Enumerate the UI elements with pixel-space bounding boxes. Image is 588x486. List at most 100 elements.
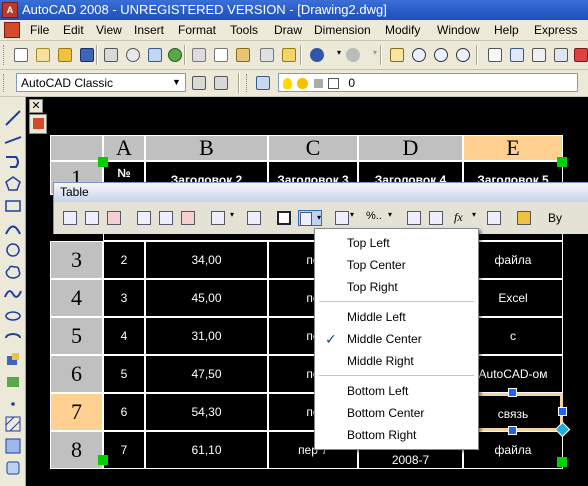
region-icon[interactable] — [4, 459, 22, 477]
table-cell[interactable]: 45,00 — [145, 279, 268, 317]
manage-cell-contents-icon[interactable] — [486, 210, 502, 226]
document-icon[interactable] — [4, 22, 20, 38]
ellipse-arc-icon[interactable] — [4, 329, 22, 347]
menu-item-top-center[interactable]: Top Center — [315, 255, 478, 275]
menu-window[interactable]: Window — [437, 23, 480, 37]
3d-dwf-icon[interactable] — [166, 46, 184, 64]
insert-row-above-icon[interactable] — [62, 210, 78, 226]
arc-icon[interactable] — [4, 219, 22, 237]
insert-column-left-icon[interactable] — [136, 210, 152, 226]
insert-column-right-icon[interactable] — [158, 210, 174, 226]
table-grip[interactable] — [98, 455, 108, 465]
menu-item-top-left[interactable]: Top Left — [315, 233, 478, 253]
workspace-settings-icon[interactable] — [190, 74, 208, 92]
menu-item-middle-left[interactable]: Middle Left — [315, 307, 478, 327]
menu-item-middle-center[interactable]: ✓ Middle Center — [315, 329, 478, 349]
plot-preview-icon[interactable] — [124, 46, 142, 64]
zoom-realtime-icon[interactable] — [410, 46, 428, 64]
table-cell[interactable]: 5 — [103, 355, 145, 393]
table-cell[interactable]: 3 — [103, 279, 145, 317]
insert-block-icon[interactable] — [4, 351, 22, 369]
tool-palettes-icon[interactable] — [530, 46, 548, 64]
save-icon[interactable] — [78, 46, 96, 64]
row-header-6[interactable]: 6 — [50, 355, 103, 393]
menu-item-top-right[interactable]: Top Right — [315, 277, 478, 297]
hatch-icon[interactable] — [4, 415, 22, 433]
workspace-select[interactable]: AutoCAD Classic ▼ — [16, 73, 186, 92]
make-block-icon[interactable] — [4, 373, 22, 391]
publish-icon[interactable] — [146, 46, 164, 64]
row-header-5[interactable]: 5 — [50, 317, 103, 355]
sun-icon[interactable] — [297, 78, 309, 90]
merge-cells-icon[interactable] — [210, 210, 226, 226]
menu-edit[interactable]: Edit — [63, 23, 84, 37]
copy-icon[interactable] — [212, 46, 230, 64]
table-cell[interactable]: 47,50 — [145, 355, 268, 393]
rectangle-icon[interactable] — [4, 197, 22, 215]
cell-style-select[interactable]: By — [548, 211, 588, 227]
menu-item-bottom-right[interactable]: Bottom Right — [315, 425, 478, 445]
sheet-set-icon[interactable] — [552, 46, 570, 64]
table-grip[interactable] — [98, 157, 108, 167]
locking-icon[interactable] — [334, 210, 350, 226]
menu-item-bottom-left[interactable]: Bottom Left — [315, 381, 478, 401]
toolbar-grip[interactable] — [3, 45, 6, 65]
delete-column-icon[interactable] — [180, 210, 196, 226]
menu-tools[interactable]: Tools — [230, 23, 258, 37]
redo-icon[interactable] — [344, 46, 362, 64]
table-cell[interactable]: 31,00 — [145, 317, 268, 355]
match-properties-icon[interactable] — [258, 46, 276, 64]
menu-view[interactable]: View — [96, 23, 122, 37]
chevron-down-icon[interactable]: ▾ — [230, 210, 238, 226]
polygon-icon[interactable] — [4, 175, 22, 193]
insert-formula-icon[interactable]: fx — [454, 210, 470, 226]
circle-icon[interactable] — [4, 241, 22, 259]
cell-grip[interactable] — [508, 426, 517, 435]
new-icon[interactable] — [12, 46, 30, 64]
revision-cloud-icon[interactable] — [4, 263, 22, 281]
table-cell[interactable]: 6 — [103, 393, 145, 431]
table-cell[interactable]: 2 — [103, 241, 145, 279]
close-icon[interactable]: ✕ — [29, 99, 43, 113]
menu-dimension[interactable]: Dimension — [314, 23, 371, 37]
row-header-8[interactable]: 8 — [50, 431, 103, 469]
table-cell[interactable]: 4 — [103, 317, 145, 355]
menu-draw[interactable]: Draw — [274, 23, 302, 37]
menu-item-middle-right[interactable]: Middle Right — [315, 351, 478, 371]
ellipse-icon[interactable] — [4, 307, 22, 325]
row-header-7[interactable]: 7 — [50, 393, 103, 431]
toolbar-grip[interactable] — [246, 74, 249, 92]
line-icon[interactable] — [4, 109, 22, 127]
insert-block-cell-icon[interactable] — [406, 210, 422, 226]
gradient-icon[interactable] — [4, 437, 22, 455]
row-header-3[interactable]: 3 — [50, 241, 103, 279]
chevron-down-icon[interactable]: ▾ — [472, 210, 480, 226]
pan-icon[interactable] — [388, 46, 406, 64]
menu-insert[interactable]: Insert — [134, 23, 164, 37]
point-icon[interactable] — [4, 395, 22, 413]
layer-properties-palette-icon[interactable] — [29, 114, 47, 134]
menu-item-bottom-center[interactable]: Bottom Center — [315, 403, 478, 423]
insert-row-below-icon[interactable] — [84, 210, 100, 226]
lightbulb-icon[interactable] — [283, 78, 292, 90]
table-toolbar-title[interactable]: Table — [54, 183, 588, 202]
lock-icon[interactable] — [313, 79, 323, 89]
properties-icon[interactable] — [486, 46, 504, 64]
chevron-down-icon[interactable]: ▾ — [350, 210, 358, 226]
chevron-down-icon[interactable]: ▾ — [388, 210, 396, 226]
cut-icon[interactable] — [190, 46, 208, 64]
table-grip[interactable] — [557, 157, 567, 167]
construction-line-icon[interactable] — [4, 131, 22, 149]
polyline-icon[interactable] — [4, 153, 22, 171]
menu-express[interactable]: Express — [534, 23, 577, 37]
unmerge-cells-icon[interactable] — [246, 210, 262, 226]
row-header-4[interactable]: 4 — [50, 279, 103, 317]
plot-icon[interactable] — [102, 46, 120, 64]
chevron-down-icon[interactable]: ▼ — [170, 76, 183, 89]
table-cell[interactable]: 7 — [103, 431, 145, 469]
zoom-previous-icon[interactable] — [454, 46, 472, 64]
cell-borders-icon[interactable] — [276, 210, 292, 226]
workspace-save-icon[interactable] — [212, 74, 230, 92]
undo-icon[interactable] — [308, 46, 326, 64]
block-editor-icon[interactable] — [280, 46, 298, 64]
